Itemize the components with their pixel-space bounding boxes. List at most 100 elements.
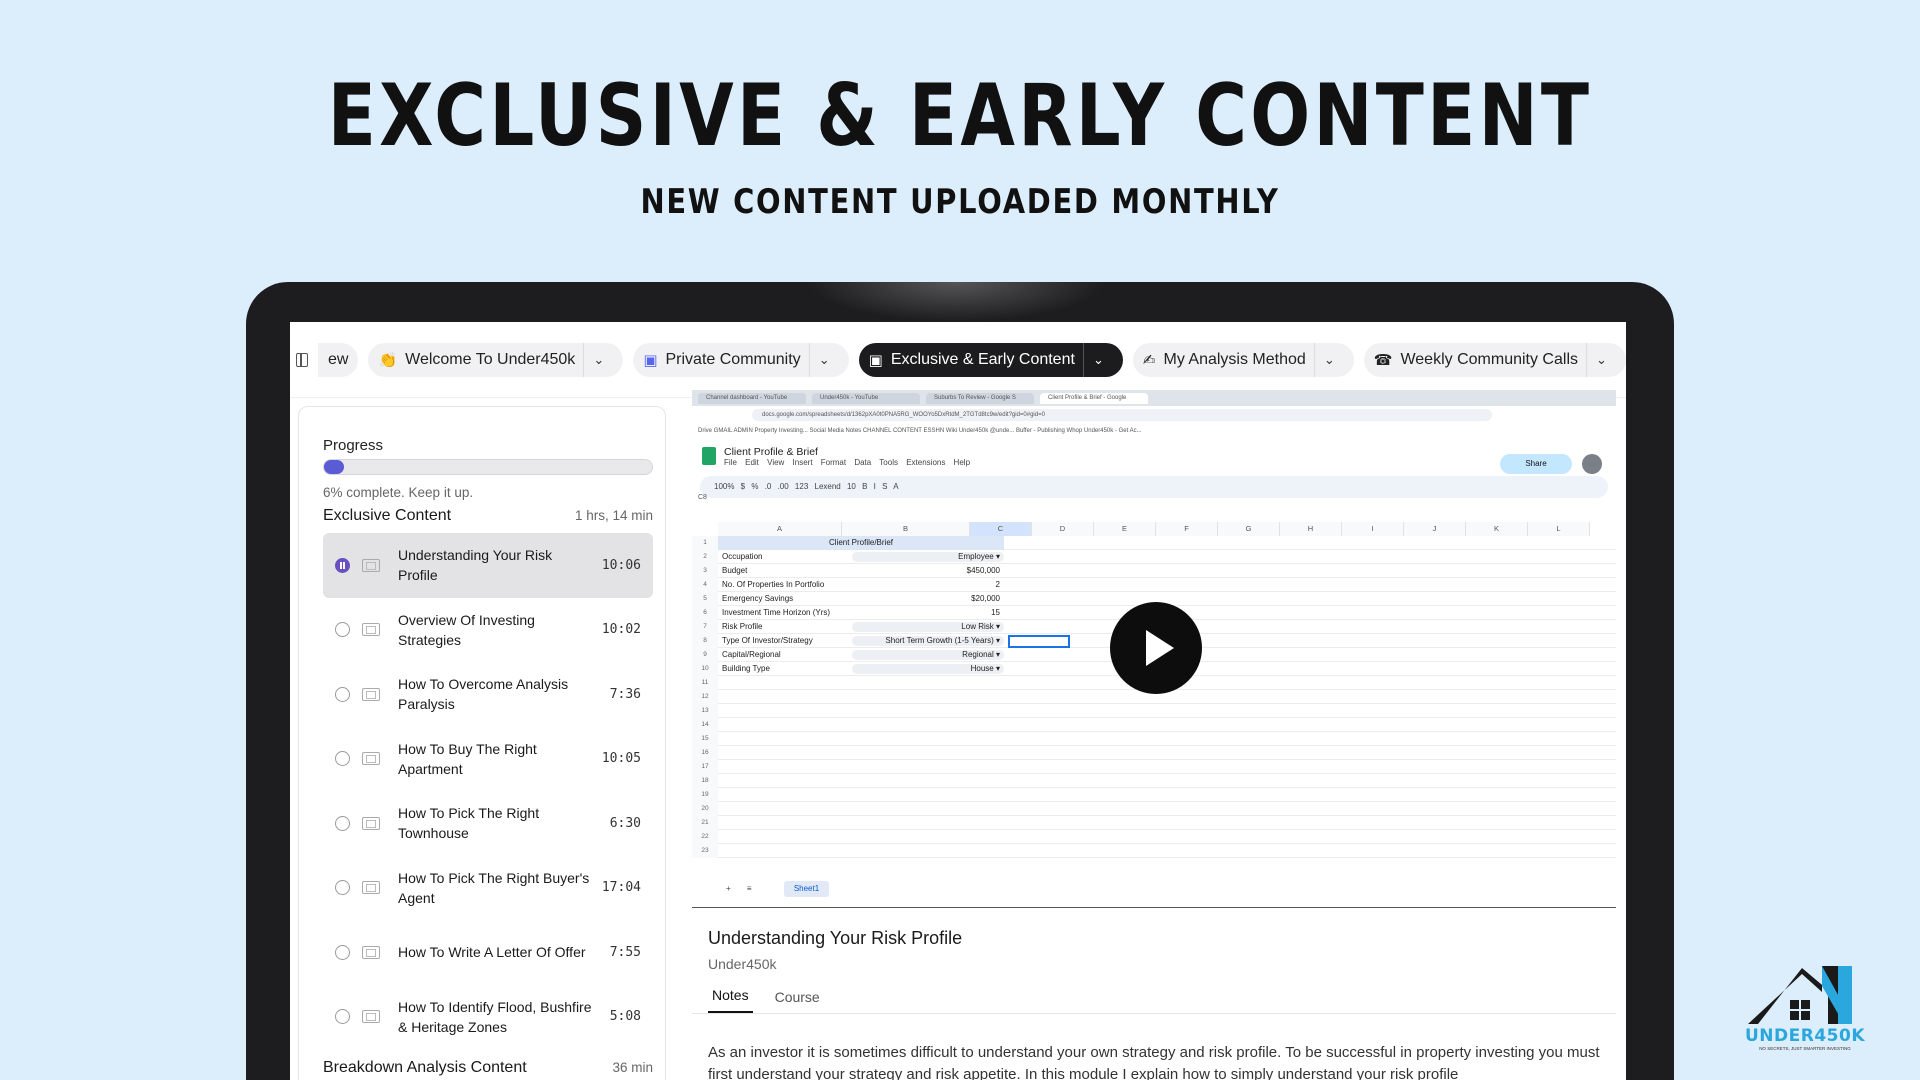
column-header: C <box>970 522 1032 536</box>
column-header: L <box>1528 522 1590 536</box>
cell-value-text: Short Term Growth (1-5 Years) <box>885 636 994 645</box>
table-row: 22 <box>692 830 1616 844</box>
sheet-rows: 1 Client Profile/Brief 2 Occupation Employee… <box>692 536 1616 858</box>
cell-label: Building Type <box>722 664 770 673</box>
cell-value: Regional ▾ <box>852 650 1004 660</box>
tab-notes[interactable]: Notes <box>708 987 753 1013</box>
row-number: 20 <box>692 802 718 816</box>
discord-icon: ▣ <box>868 351 883 369</box>
dropdown-icon: ▾ <box>995 552 1000 561</box>
lesson-item[interactable]: How To Pick The Right Buyer's Agent 17:04 <box>323 856 653 921</box>
cell-value-text: Regional <box>962 650 994 659</box>
tab-private-community[interactable]: ▣ Private Community ⌄ <box>633 342 849 377</box>
table-row: 17 <box>692 760 1616 774</box>
lesson-item[interactable]: How To Write A Letter Of Offer 7:55 <box>323 920 653 985</box>
cell-label: Capital/Regional <box>722 650 781 659</box>
row-number: 1 <box>692 536 718 550</box>
tab-label: Private Community <box>665 350 801 368</box>
lesson-item[interactable]: How To Buy The Right Apartment 10:05 <box>323 727 653 792</box>
chevron-down-icon[interactable]: ⌄ <box>1586 342 1616 377</box>
chevron-down-icon[interactable]: ⌄ <box>808 342 839 377</box>
dropdown-icon: ▾ <box>995 622 1000 631</box>
lesson-item[interactable]: How To Overcome Analysis Paralysis 7:36 <box>323 662 653 727</box>
lesson-author: Under450k <box>708 956 777 972</box>
house-logo-icon <box>1748 966 1852 1024</box>
tab-welcome[interactable]: 👏 Welcome To Under450k ⌄ <box>368 342 624 377</box>
sheets-toolbar: 100% $ % .0 .00 123 Lexend 10 B I S A <box>700 476 1608 498</box>
section-header[interactable]: Exclusive Content 1 hrs, 14 min <box>323 507 653 525</box>
video-lesson-icon <box>362 1010 380 1024</box>
browser-tab: Under450k - YouTube <box>812 392 920 404</box>
hero-subtitle: NEW CONTENT UPLOADED MONTHLY <box>640 182 1280 222</box>
share-button: Share <box>1500 454 1572 474</box>
play-button[interactable] <box>1110 602 1202 694</box>
row-number: 16 <box>692 746 718 760</box>
lesson-item[interactable]: Understanding Your Risk Profile 10:06 <box>323 533 653 598</box>
lesson-item[interactable]: How To Identify Flood, Bushfire & Herita… <box>323 985 653 1050</box>
row-number: 8 <box>692 634 718 648</box>
cell-reference: C8 <box>698 494 707 501</box>
cell-value: Employee ▾ <box>852 552 1004 562</box>
logo-text: UNDER450K <box>1744 1026 1865 1046</box>
column-header: D <box>1032 522 1094 536</box>
sidebar-toggle-icon[interactable] <box>296 352 308 367</box>
row-number: 9 <box>692 648 718 662</box>
progress-fill <box>324 460 344 474</box>
tab-analysis-method[interactable]: ✍ My Analysis Method ⌄ <box>1132 342 1354 377</box>
avatar <box>1582 454 1602 474</box>
table-row: 13 <box>692 704 1616 718</box>
chevron-down-icon[interactable]: ⌄ <box>1082 342 1113 377</box>
lesson-item[interactable]: Overview Of Investing Strategies 10:02 <box>323 598 653 663</box>
lesson-title: How To Pick The Right Buyer's Agent <box>398 869 590 906</box>
tab-exclusive-content[interactable]: ▣ Exclusive & Early Content ⌄ <box>858 342 1123 377</box>
lesson-title: Understanding Your Risk Profile <box>708 928 963 948</box>
sheets-logo-icon <box>702 447 716 465</box>
cell-label: Type Of Investor/Strategy <box>722 636 813 645</box>
video-lesson-icon <box>362 752 380 766</box>
column-header: E <box>1094 522 1156 536</box>
tab-label: Exclusive & Early Content <box>890 350 1075 368</box>
row-number: 6 <box>692 606 718 620</box>
sheets-header: Client Profile & Brief File Edit View In… <box>692 438 1616 474</box>
cell-value-text: $20,000 <box>971 594 1000 603</box>
tab-course[interactable]: Course <box>771 989 824 1013</box>
table-row: 23 <box>692 844 1616 858</box>
table-row: 16 <box>692 746 1616 760</box>
section-header[interactable]: Breakdown Analysis Content 36 min <box>323 1059 653 1077</box>
tab-community-calls[interactable]: ☎ Weekly Community Calls ⌄ <box>1363 342 1626 377</box>
column-header: F <box>1156 522 1218 536</box>
row-number: 2 <box>692 550 718 564</box>
browser-tab-strip: Channel dashboard - YouTube Under450k - Y… <box>692 390 1616 406</box>
cell-label: Occupation <box>722 552 763 561</box>
chevron-down-icon[interactable]: ⌄ <box>583 342 613 377</box>
row-number: 5 <box>692 592 718 606</box>
add-sheet-icon: + <box>726 884 731 893</box>
tab-overview[interactable]: ew <box>318 342 359 377</box>
radio-circle-icon <box>335 880 350 896</box>
chevron-down-icon[interactable]: ⌄ <box>1313 342 1344 377</box>
tab-label: Welcome To Under450k <box>405 350 576 368</box>
column-header: I <box>1342 522 1404 536</box>
table-row: 21 <box>692 816 1616 830</box>
video-lesson-icon <box>362 558 380 572</box>
lesson-item[interactable]: How To Pick The Right Townhouse 6:30 <box>323 791 653 856</box>
table-row: 18 <box>692 774 1616 788</box>
tab-label: My Analysis Method <box>1163 350 1306 368</box>
table-title: Client Profile/Brief <box>718 536 1004 550</box>
video-player[interactable]: Channel dashboard - YouTube Under450k - Y… <box>692 390 1616 908</box>
row-number: 13 <box>692 704 718 718</box>
under450k-logo: UNDER450K NO SECRETS, JUST SMARTER INVES… <box>1740 960 1870 1070</box>
hero-title: EXCLUSIVE & EARLY CONTENT <box>327 66 1593 166</box>
browser-address-bar: docs.google.com/spreadsheets/d/1362pXA0t… <box>692 406 1616 424</box>
lesson-duration: 10:05 <box>601 751 641 767</box>
lesson-title: How To Overcome Analysis Paralysis <box>398 676 569 713</box>
column-headers: ABCDEFGHIJKL <box>718 522 1590 536</box>
video-lesson-icon <box>362 623 380 637</box>
url-text: docs.google.com/spreadsheets/d/1362pXA0t… <box>752 409 1492 421</box>
lesson-duration: 5:08 <box>609 1009 641 1025</box>
lesson-duration: 10:06 <box>601 557 641 573</box>
row-number: 22 <box>692 830 718 844</box>
row-number: 17 <box>692 760 718 774</box>
radio-circle-icon <box>335 751 350 767</box>
table-row: 1 Client Profile/Brief <box>692 536 1616 550</box>
